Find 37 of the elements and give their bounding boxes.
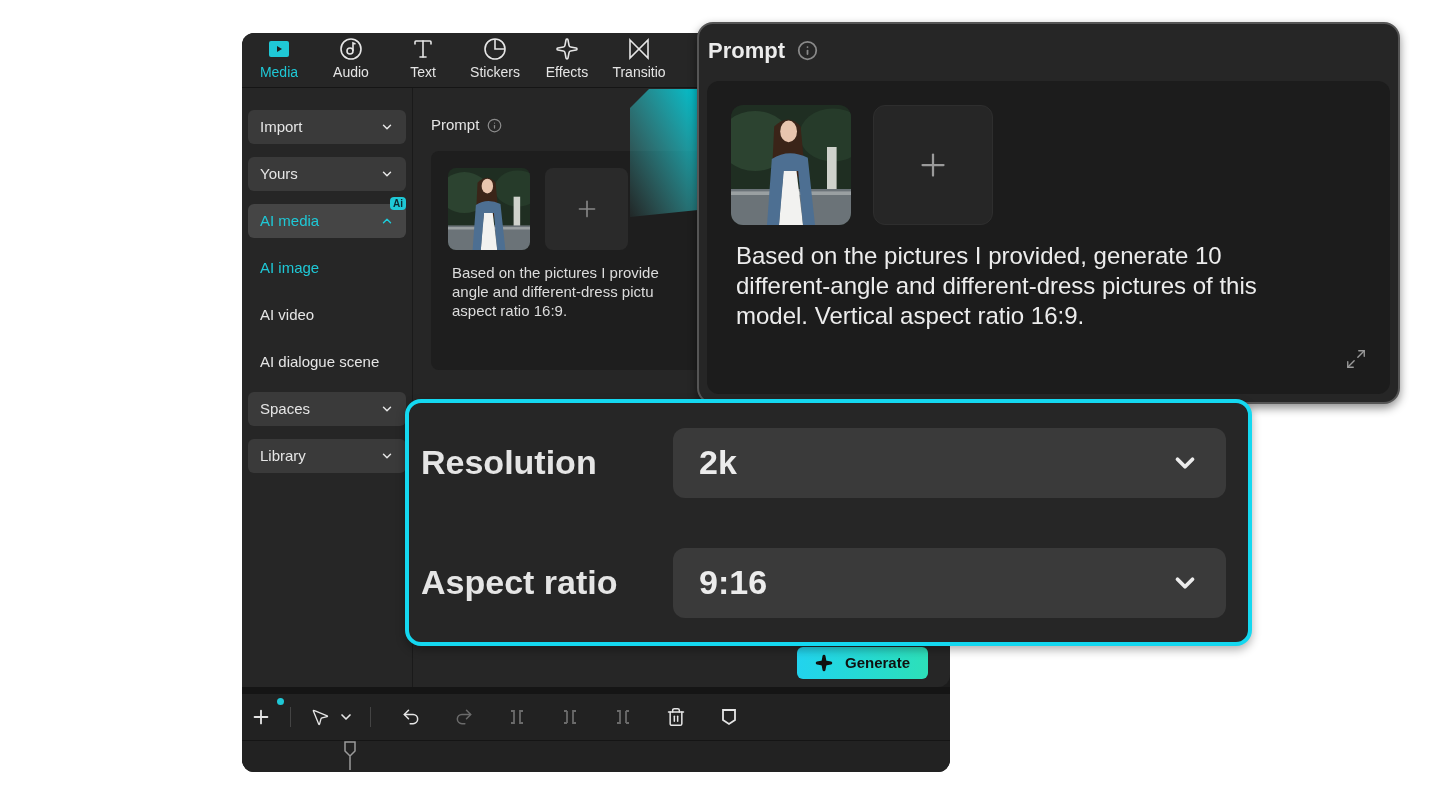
undo-icon[interactable] [401, 707, 421, 727]
sparkle-icon [814, 654, 833, 672]
expand-icon[interactable] [1345, 348, 1367, 370]
select-field[interactable]: 9:16 [673, 547, 1226, 618]
sidebar-item[interactable]: AI dialogue scene [248, 345, 406, 379]
sidebar-item[interactable]: AI video [248, 298, 406, 332]
trash-icon[interactable] [666, 707, 686, 727]
sidebar-group[interactable]: Spaces [248, 392, 406, 426]
tab[interactable]: Transitio [603, 37, 675, 83]
prompt-label: Prompt [431, 115, 480, 135]
tab[interactable]: Stickers [459, 37, 531, 83]
setting-label: Resolution [421, 442, 598, 483]
sidebar-item[interactable]: AI image [248, 251, 406, 285]
info-icon[interactable] [797, 40, 818, 61]
tab[interactable]: Text [387, 37, 459, 83]
generate-button[interactable]: Generate [797, 647, 928, 679]
marker-icon[interactable] [719, 707, 739, 727]
music-note-icon [339, 37, 363, 61]
prompt-text: Based on the pictures I provide angle and different-dress pictu aspect ratio 16:9. [452, 262, 659, 320]
sidebar-group[interactable]: Library [248, 439, 406, 473]
tab[interactable]: Media [243, 37, 315, 83]
prompt-label: Prompt [708, 37, 785, 65]
prompt-text: Based on the pictures I provided, generate 10 different-angle and different-dress pictures of this model. Vertical aspect ratio 16:9. [736, 241, 1258, 331]
setting-label: Aspect ratio [421, 562, 619, 603]
tab[interactable]: Effects [531, 37, 603, 83]
sticker-icon [483, 37, 507, 61]
ai-badge: Ai [390, 197, 406, 210]
info-icon[interactable] [487, 117, 503, 133]
text-icon [411, 37, 435, 61]
sidebar-group[interactable]: Yours [248, 157, 406, 191]
star-icon [555, 37, 579, 61]
bowtie-icon [627, 37, 651, 61]
sidebar-group[interactable]: Import [248, 110, 406, 144]
pointer-icon[interactable] [310, 707, 330, 727]
select-field[interactable]: 2k [673, 427, 1226, 498]
tab[interactable]: Audio [315, 37, 387, 83]
playhead-icon[interactable] [342, 741, 358, 770]
